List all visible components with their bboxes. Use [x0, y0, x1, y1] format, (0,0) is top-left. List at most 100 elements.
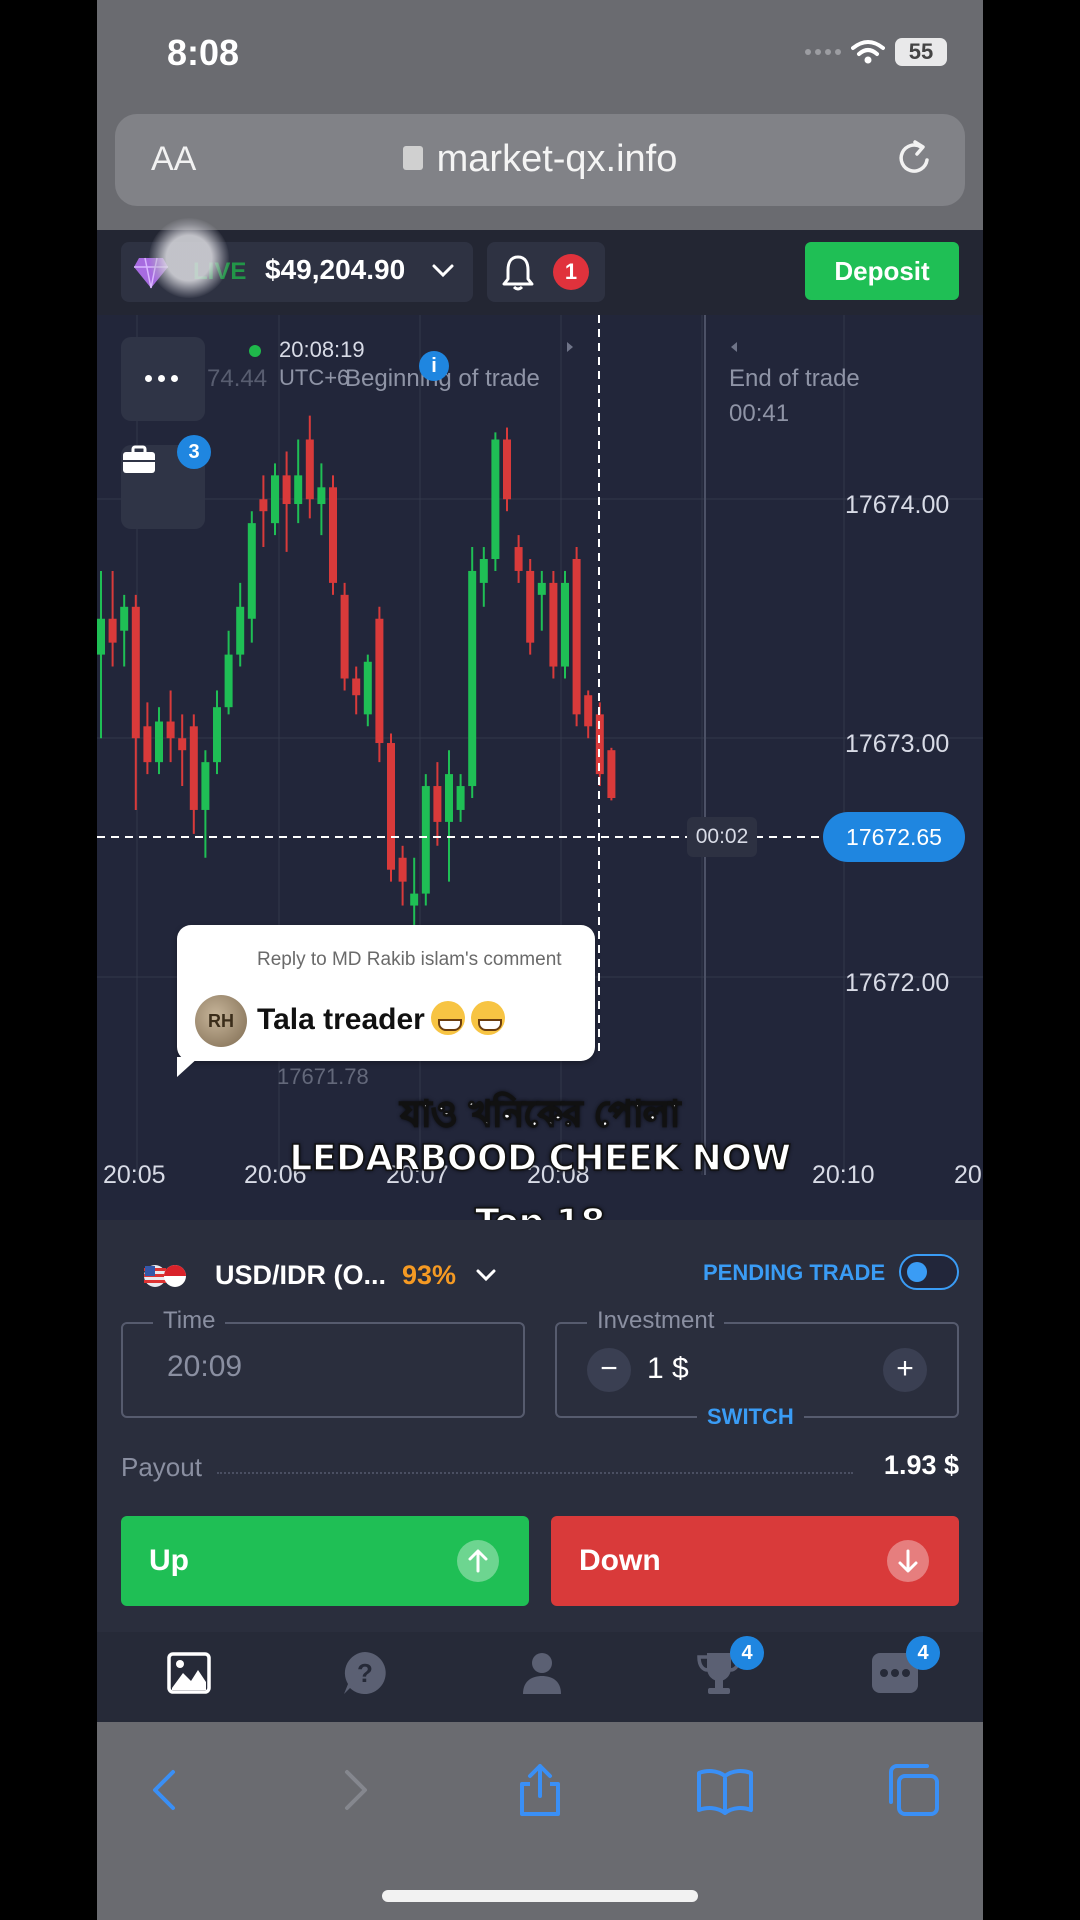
more-tab[interactable]: 4 — [870, 1636, 940, 1698]
candlestick — [155, 721, 163, 763]
candlestick — [503, 439, 511, 500]
candlestick — [572, 559, 581, 715]
candlestick — [352, 678, 361, 696]
chart-tab-icon[interactable] — [164, 1648, 214, 1698]
candlestick — [294, 475, 303, 505]
portfolio-button[interactable]: 3 — [121, 435, 211, 529]
chevron-down-icon[interactable] — [475, 1266, 497, 1284]
investment-label: Investment — [587, 1307, 725, 1335]
candlestick — [329, 487, 337, 583]
candlestick — [375, 618, 384, 744]
signal-icon — [805, 49, 841, 55]
time-field[interactable]: Time 20:09 — [121, 1307, 525, 1418]
tabs-icon[interactable] — [883, 1762, 943, 1818]
chevron-down-icon — [432, 264, 454, 278]
overlay-caption-line2: LEDARBOOD CHEEK NOW — [289, 1137, 792, 1180]
notifications-button[interactable]: 1 — [487, 242, 605, 302]
candlestick — [537, 582, 546, 595]
candlestick — [479, 559, 488, 583]
comment-reply-bubble: Reply to MD Rakib islam's comment RH Tal… — [177, 925, 595, 1077]
up-button[interactable]: Up — [121, 1516, 529, 1606]
bookmarks-icon[interactable] — [695, 1762, 755, 1818]
candlestick — [178, 738, 187, 751]
candlestick — [456, 786, 465, 810]
notification-badge: 1 — [553, 254, 589, 290]
candlestick — [398, 857, 407, 882]
candlestick — [445, 774, 453, 822]
url-field[interactable]: market-qx.info — [115, 138, 965, 181]
investment-field[interactable]: Investment − 1 $ + SWITCH — [555, 1307, 959, 1430]
battery-icon: 55 — [895, 38, 947, 66]
us-id-flag-icon — [144, 1265, 186, 1287]
chart-menu-button[interactable] — [121, 337, 205, 421]
asset-pair-name[interactable]: USD/IDR (O... — [215, 1260, 386, 1291]
candlestick — [468, 570, 477, 787]
y-tick-label: 17672.00 — [845, 969, 949, 997]
forward-icon[interactable] — [325, 1762, 385, 1818]
grin-emoji-icon — [430, 1001, 465, 1035]
candlestick — [433, 786, 442, 822]
candlestick — [491, 439, 500, 559]
back-icon[interactable] — [135, 1762, 195, 1818]
candlestick — [131, 606, 140, 739]
down-button-label: Down — [579, 1544, 661, 1577]
address-bar[interactable]: AA market-qx.info — [115, 114, 965, 206]
balance-value: $49,204.90 — [265, 254, 406, 285]
increase-investment-button[interactable]: + — [883, 1348, 927, 1392]
payout-label: Payout — [121, 1452, 202, 1482]
candlestick — [201, 762, 210, 810]
candlestick — [584, 695, 593, 727]
chart-timezone: UTC+6 — [279, 365, 350, 390]
live-dot — [249, 345, 261, 357]
y-tick-label: 17674.00 — [845, 491, 949, 519]
help-tab-icon[interactable]: ? — [340, 1648, 390, 1698]
candlestick — [143, 726, 152, 763]
candlestick — [549, 582, 558, 667]
url-text: market-qx.info — [436, 138, 678, 180]
tournaments-badge: 4 — [730, 1636, 764, 1670]
home-indicator — [382, 1890, 698, 1902]
touch-indicator — [149, 218, 229, 298]
more-badge: 4 — [906, 1636, 940, 1670]
deposit-button[interactable]: Deposit — [805, 242, 959, 300]
y-tick-label: 17673.00 — [845, 730, 949, 758]
tournaments-tab[interactable]: 4 — [694, 1636, 764, 1698]
candlestick — [410, 893, 419, 906]
end-of-trade-label: End of trade — [729, 365, 860, 392]
candlestick — [317, 487, 326, 505]
lock-icon — [402, 145, 423, 170]
candlestick — [305, 439, 314, 500]
svg-text:?: ? — [357, 1658, 373, 1688]
bell-icon — [502, 255, 534, 291]
candlestick — [561, 582, 569, 667]
profile-tab-icon[interactable] — [517, 1648, 567, 1698]
time-value: 20:09 — [167, 1350, 243, 1383]
price-chart[interactable]: 17674.00 17673.00 17672.00 20:05 20:06 20:07 2… — [97, 315, 983, 1220]
arrow-up-icon — [457, 1540, 499, 1582]
candlestick — [340, 594, 349, 679]
status-bar: 8:08 55 — [97, 0, 983, 110]
candlestick — [387, 743, 395, 870]
investment-value: 1 $ — [647, 1352, 689, 1385]
address-bar-area: AA market-qx.info — [97, 110, 983, 230]
decrease-investment-button[interactable]: − — [587, 1348, 631, 1392]
candlestick — [247, 523, 256, 619]
safari-toolbar — [97, 1722, 983, 1920]
pending-trade-toggle[interactable] — [899, 1254, 959, 1290]
start-marker — [567, 342, 573, 352]
candlestick — [363, 661, 372, 715]
share-icon[interactable] — [510, 1762, 570, 1818]
candlestick — [120, 606, 129, 631]
switch-button[interactable]: SWITCH — [697, 1404, 804, 1430]
candlestick — [514, 547, 523, 571]
candlestick — [259, 499, 268, 512]
down-button[interactable]: Down — [551, 1516, 959, 1606]
status-time: 8:08 — [167, 32, 240, 73]
more-icon — [145, 375, 178, 382]
info-icon[interactable]: i — [419, 351, 449, 381]
chart-timestamp: 20:08:19 — [279, 337, 365, 362]
candlestick — [271, 475, 279, 524]
app-tab-bar: ? 4 4 — [97, 1632, 983, 1722]
candlestick — [108, 618, 117, 643]
reload-icon[interactable] — [893, 136, 937, 180]
